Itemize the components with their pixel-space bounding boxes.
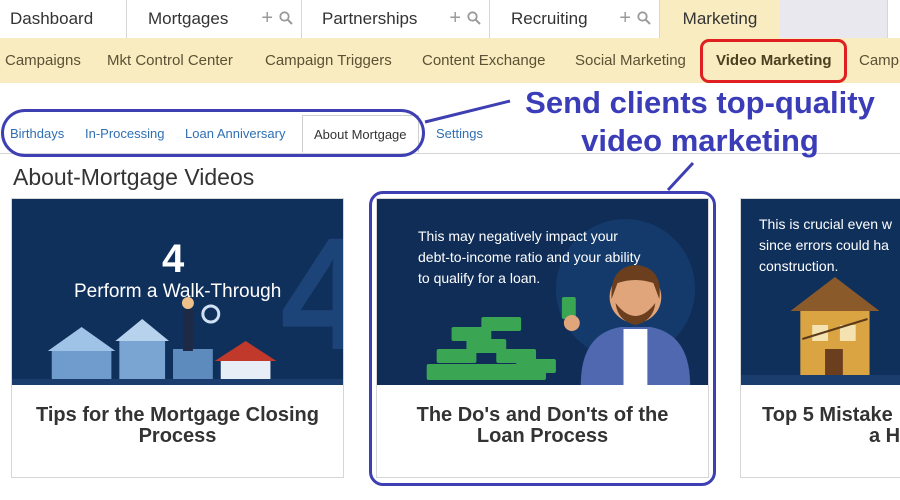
subnav-item-social-marketing[interactable]: Social Marketing xyxy=(575,52,686,69)
tab-recruiting[interactable]: Recruiting + xyxy=(490,0,660,38)
thumb-number: 4 xyxy=(162,237,185,281)
plus-icon[interactable]: + xyxy=(261,8,273,28)
thumb-text-line: This is crucial even w xyxy=(759,216,893,232)
tab-label: Marketing xyxy=(682,9,758,28)
category-tabs-annotation-outline xyxy=(1,109,425,157)
tab-dashboard[interactable]: Dashboard xyxy=(0,0,127,38)
tab-empty xyxy=(780,0,888,38)
thumb-text-line: since errors could ha xyxy=(759,237,889,253)
tab-label: Partnerships xyxy=(322,9,418,28)
video-marketing-highlight xyxy=(700,39,847,83)
svg-text:4: 4 xyxy=(280,205,343,384)
video-title: Top 5 Mistake a H xyxy=(762,405,900,447)
video-title-line: Tips for the Mortgage Closing xyxy=(36,404,319,426)
subnav-item-content-exchange[interactable]: Content Exchange xyxy=(422,52,545,69)
video-card[interactable]: This is crucial even w since errors coul… xyxy=(740,198,900,478)
callout-line-2: video marketing xyxy=(581,123,819,158)
tab-label: Recruiting xyxy=(511,9,588,28)
thumb-text-line: construction. xyxy=(759,258,839,274)
video-title-line: Top 5 Mistake xyxy=(762,404,893,426)
tab-label: Mortgages xyxy=(148,9,229,28)
search-icon[interactable] xyxy=(279,11,293,25)
plus-icon[interactable]: + xyxy=(449,8,461,28)
section-title: About-Mortgage Videos xyxy=(13,164,255,190)
video-title: Tips for the Mortgage Closing Process xyxy=(22,405,333,447)
annotation-callout: Send clients top-quality video marketing xyxy=(510,84,890,160)
subnav-item-mkt-control-center[interactable]: Mkt Control Center xyxy=(107,52,233,69)
plus-icon[interactable]: + xyxy=(619,8,631,28)
video-card[interactable]: 4 4 Perform a Walk-Through Tips for the … xyxy=(11,198,344,478)
subnav-item-campaign-triggers[interactable]: Campaign Triggers xyxy=(265,52,392,69)
callout-line-1: Send clients top-quality xyxy=(525,85,875,120)
tab-settings[interactable]: Settings xyxy=(436,126,483,141)
subnav-item-campaigns-overflow[interactable]: Camp xyxy=(859,52,899,69)
tab-mortgages[interactable]: Mortgages + xyxy=(127,0,302,38)
top-tab-bar: Dashboard Mortgages + Partnerships + Rec… xyxy=(0,0,900,39)
tab-label: Dashboard xyxy=(10,9,94,28)
thumb-heading: Perform a Walk-Through xyxy=(74,281,282,302)
search-icon[interactable] xyxy=(467,11,481,25)
tab-partnerships[interactable]: Partnerships + xyxy=(302,0,490,38)
video-title-line: a H xyxy=(869,425,900,447)
subnav-item-campaigns[interactable]: Campaigns xyxy=(5,52,81,69)
video-title-line: Process xyxy=(138,425,217,447)
tab-marketing[interactable]: Marketing xyxy=(660,0,780,38)
search-icon[interactable] xyxy=(637,11,651,25)
featured-card-annotation-outline xyxy=(369,191,716,486)
